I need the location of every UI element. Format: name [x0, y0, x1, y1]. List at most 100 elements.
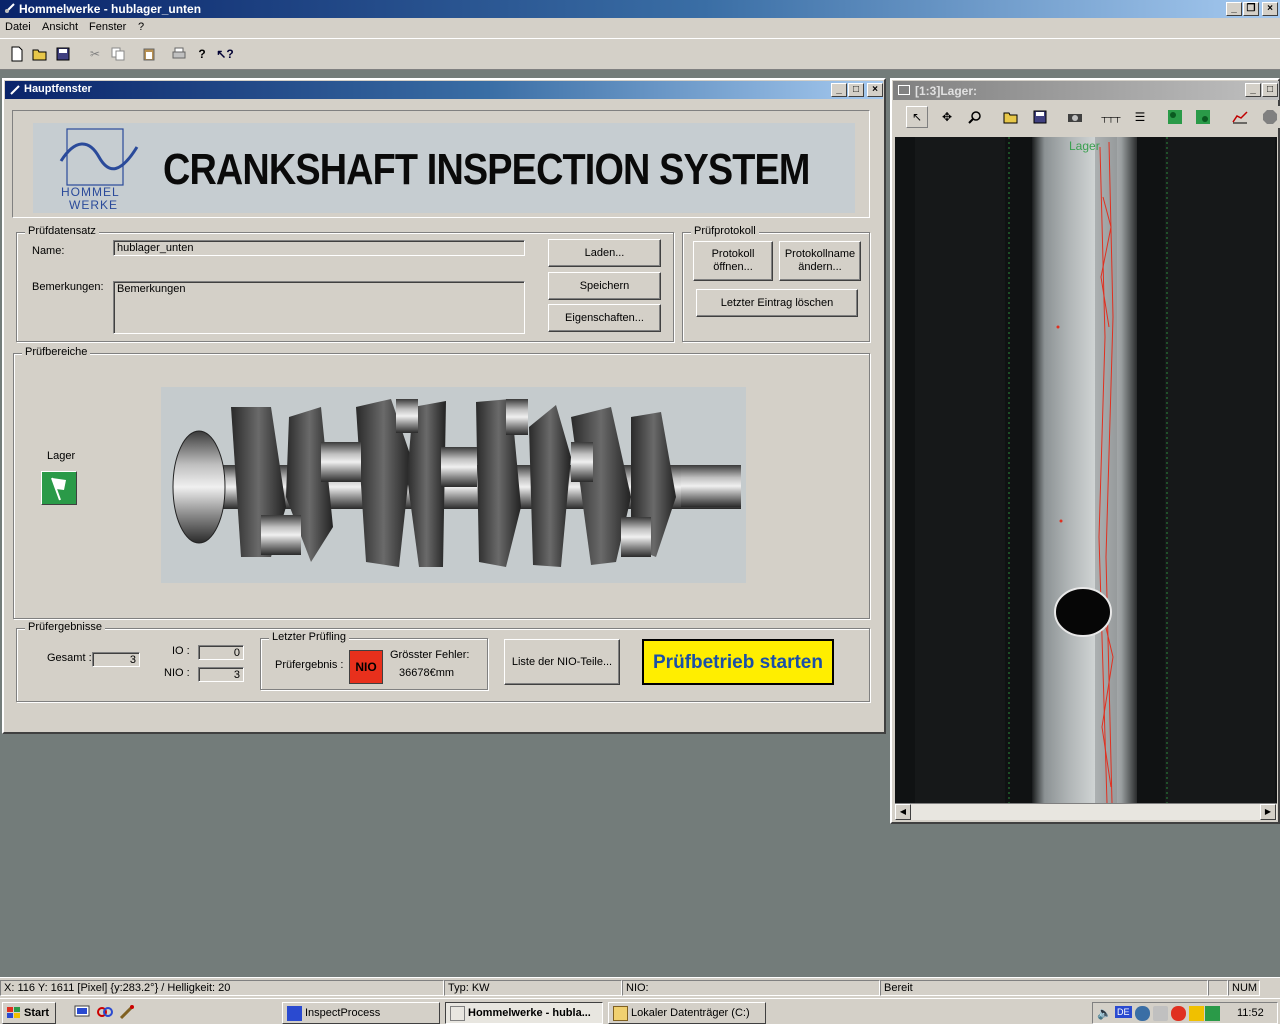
- start-button[interactable]: Start: [2, 1002, 56, 1024]
- quicklaunch-tool-icon[interactable]: [119, 1004, 135, 1023]
- clock: 11:52: [1237, 1007, 1264, 1019]
- paste-icon[interactable]: [138, 43, 160, 65]
- last-part-label: Letzter Prüfling: [269, 631, 349, 643]
- scroll-right-button[interactable]: ▶: [1260, 804, 1276, 820]
- image-window-title-bar: [1:3]Lager: _ □: [893, 81, 1279, 100]
- chart-icon[interactable]: [1229, 106, 1251, 128]
- taskbar: Start InspectProcess Hommelwerke - hubla…: [0, 998, 1280, 1024]
- nio-list-button[interactable]: Liste der NIO-Teile...: [504, 639, 620, 685]
- help-icon[interactable]: ?: [191, 43, 213, 65]
- result-label: Prüfergebnis :: [275, 659, 344, 671]
- task-hommelwerke[interactable]: Hommelwerke - hubla...: [445, 1002, 603, 1024]
- language-indicator[interactable]: DE: [1115, 1006, 1132, 1018]
- speaker-icon[interactable]: 🔈: [1097, 1006, 1112, 1020]
- context-help-icon[interactable]: ↖?: [214, 43, 236, 65]
- menu-help[interactable]: ?: [138, 21, 144, 33]
- task-inspectprocess-label: InspectProcess: [305, 1007, 381, 1019]
- name-label: Name:: [32, 245, 65, 257]
- network-icon[interactable]: [1135, 1006, 1150, 1021]
- results-label: Prüfergebnisse: [25, 621, 105, 633]
- new-file-icon[interactable]: [6, 43, 28, 65]
- inspection-image: Lager: [895, 137, 1277, 803]
- task-inspectprocess-icon: [287, 1005, 302, 1021]
- image-save-icon[interactable]: [1029, 106, 1051, 128]
- ruler-icon[interactable]: ┬┬┬: [1100, 106, 1122, 128]
- save-button[interactable]: Speichern: [548, 272, 661, 300]
- save-icon[interactable]: [52, 43, 74, 65]
- image-toolbar: ↖ ✥ ┬┬┬ ☰: [893, 102, 1280, 134]
- lager-flag-button[interactable]: [41, 471, 77, 505]
- task-hommelwerke-icon: [450, 1005, 465, 1021]
- nio-value: 3: [198, 667, 244, 682]
- name-field[interactable]: hublager_unten: [113, 240, 525, 256]
- menu-datei[interactable]: Datei: [5, 21, 31, 33]
- pruefprotokoll-group: Prüfprotokoll Protokoll öffnen... Protok…: [682, 225, 870, 342]
- pointer-icon[interactable]: ↖: [906, 106, 928, 128]
- remarks-field[interactable]: Bemerkungen: [113, 281, 525, 334]
- main-window: Hauptfenster _ □ × HOMMEL WERKE CRANKSHA…: [2, 78, 886, 734]
- total-value: 3: [92, 652, 140, 667]
- logo-text-hommel: HOMMEL: [61, 185, 120, 199]
- tree-icon[interactable]: [1164, 106, 1186, 128]
- image-maximize-button[interactable]: □: [1262, 83, 1278, 97]
- menu-fenster[interactable]: Fenster: [89, 21, 126, 33]
- quicklaunch-desktop-icon[interactable]: [74, 1004, 90, 1023]
- menu-ansicht[interactable]: Ansicht: [42, 21, 78, 33]
- start-label: Start: [24, 1007, 50, 1019]
- status-nio: NIO:: [622, 980, 880, 996]
- copy-icon[interactable]: [107, 43, 129, 65]
- remarks-label: Bemerkungen:: [32, 281, 104, 293]
- start-inspection-button[interactable]: Prüfbetrieb starten: [642, 639, 834, 685]
- image-window: [1:3]Lager: _ □ ↖ ✥ ┬┬┬ ☰ Lager ◀ ▶: [890, 78, 1280, 824]
- scroll-left-button[interactable]: ◀: [895, 804, 911, 820]
- pruefdatensatz-group: Prüfdatensatz Name: hublager_unten Bemer…: [16, 225, 674, 342]
- flag-icon: [51, 477, 66, 501]
- rename-protocol-line2: ändern...: [798, 261, 842, 273]
- task-local-drive-icon: [613, 1005, 628, 1021]
- tree-active-icon[interactable]: [1192, 106, 1214, 128]
- status-position: X: 116 Y: 1611 [Pixel] {y:283.2°} / Hell…: [0, 980, 444, 996]
- pruefdatensatz-label: Prüfdatensatz: [25, 225, 99, 237]
- main-window-title: Hauptfenster: [24, 83, 92, 95]
- main-maximize-button[interactable]: □: [848, 83, 864, 97]
- total-label: Gesamt :: [47, 652, 92, 664]
- usb-icon[interactable]: [1205, 1006, 1220, 1021]
- load-button[interactable]: Laden...: [548, 239, 661, 267]
- app-minimize-button[interactable]: _: [1226, 2, 1242, 16]
- zoom-icon[interactable]: [964, 106, 986, 128]
- move-icon[interactable]: ✥: [936, 106, 958, 128]
- pruefbereiche-group: Prüfbereiche Lager: [13, 346, 870, 619]
- status-type: Typ: KW: [444, 980, 622, 996]
- app-restore-button[interactable]: ❐: [1243, 2, 1259, 16]
- open-protocol-button[interactable]: Protokoll öffnen...: [693, 241, 773, 281]
- main-close-button[interactable]: ×: [867, 83, 883, 97]
- task-inspectprocess[interactable]: InspectProcess: [282, 1002, 440, 1024]
- menu-bar: Datei Ansicht Fenster ?: [0, 18, 1280, 38]
- properties-button[interactable]: Eigenschaften...: [548, 304, 661, 332]
- delete-last-entry-button[interactable]: Letzter Eintrag löschen: [696, 289, 858, 317]
- open-protocol-line2: öffnen...: [713, 261, 753, 273]
- tray-app-icon[interactable]: [1189, 1006, 1204, 1021]
- rename-protocol-button[interactable]: Protokollname ändern...: [779, 241, 861, 281]
- window-icon: [9, 84, 21, 99]
- main-minimize-button[interactable]: _: [831, 83, 847, 97]
- antivirus-icon[interactable]: [1171, 1006, 1186, 1021]
- quicklaunch-app-icon[interactable]: [96, 1004, 114, 1023]
- rename-protocol-line1: Protokollname: [784, 248, 856, 260]
- image-scrollbar[interactable]: ◀ ▶: [895, 803, 1277, 820]
- image-open-folder-icon[interactable]: [1000, 106, 1022, 128]
- security-icon[interactable]: [1153, 1006, 1168, 1021]
- app-close-button[interactable]: ×: [1262, 2, 1278, 16]
- cut-icon[interactable]: ✂: [84, 43, 106, 65]
- print-icon[interactable]: [168, 43, 190, 65]
- image-minimize-button[interactable]: _: [1245, 83, 1261, 97]
- open-folder-icon[interactable]: [29, 43, 51, 65]
- stop-icon[interactable]: [1259, 106, 1280, 128]
- task-local-drive[interactable]: Lokaler Datenträger (C:): [608, 1002, 766, 1024]
- lager-label: Lager: [47, 450, 76, 462]
- list-icon[interactable]: ☰: [1129, 106, 1151, 128]
- camera-icon[interactable]: [1064, 106, 1086, 128]
- max-error-label: Grösster Fehler:: [390, 649, 470, 661]
- nio-label: NIO :: [164, 667, 190, 679]
- result-nio-indicator: NIO: [349, 650, 383, 684]
